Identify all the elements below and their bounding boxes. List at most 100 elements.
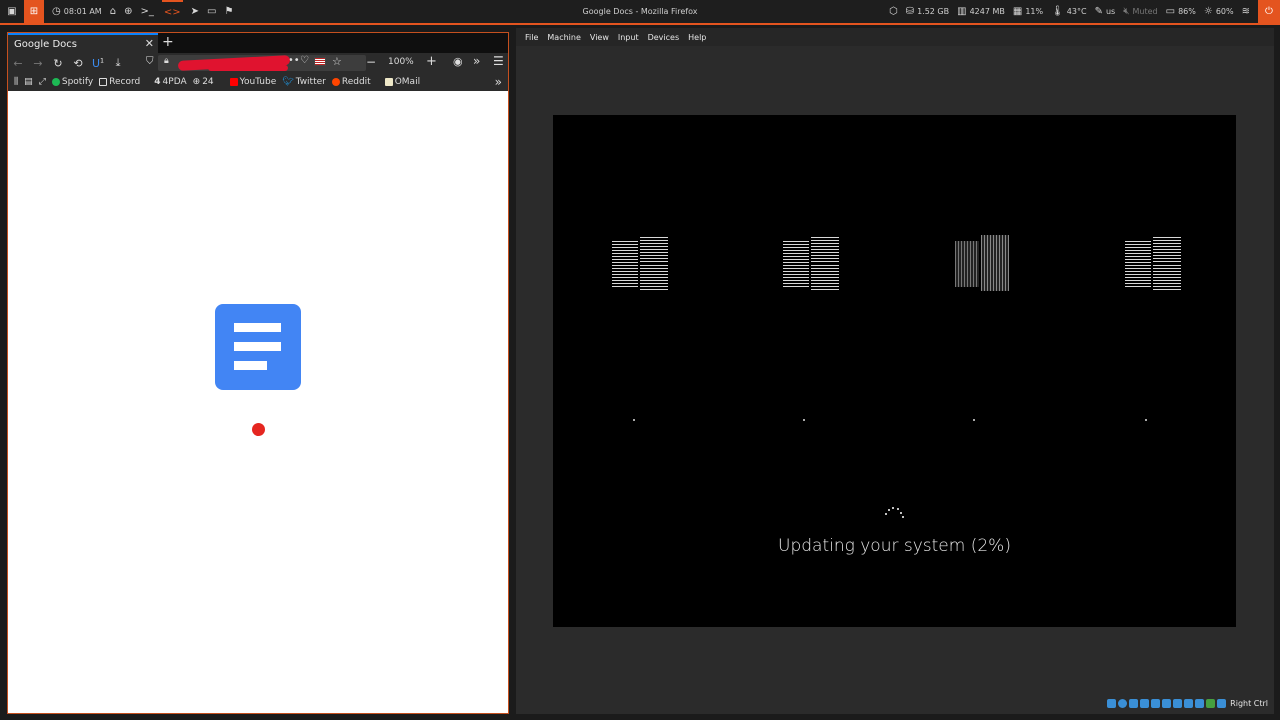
temperature-indicator[interactable]: 🌡︎ 43°C	[1051, 5, 1086, 17]
forward-button[interactable]: →	[28, 57, 48, 70]
loading-indicator	[252, 423, 265, 436]
power-button[interactable]: ⏻	[1258, 0, 1280, 23]
logo-pane	[1125, 265, 1151, 287]
shared-folders-icon[interactable]	[1162, 698, 1172, 708]
library-icon[interactable]: ⫼	[14, 77, 18, 87]
memory-indicator[interactable]: ▥ 4247 MB	[957, 6, 1005, 17]
logo-pane	[612, 241, 638, 263]
ublock-extension-button[interactable]: U1	[88, 57, 108, 70]
clock[interactable]: ◷ 08:01 AM	[52, 6, 102, 17]
bookmark-omail[interactable]: OMail	[384, 77, 421, 87]
terminal-launcher[interactable]: >_	[140, 6, 153, 17]
logo-pane	[955, 241, 979, 287]
back-button[interactable]: ←	[8, 57, 28, 70]
windows-logo-icon	[783, 235, 841, 293]
windows-logo-icon	[612, 235, 670, 293]
volume-indicator[interactable]: 🔇︎ Muted	[1123, 6, 1157, 17]
history-button[interactable]: ⟲	[68, 57, 88, 70]
folder-icon: ▭	[207, 5, 217, 17]
virtualbox-window: File Machine View Input Devices Help Upd…	[516, 28, 1274, 714]
tab-google-docs[interactable]: Google Docs ✕	[8, 33, 158, 53]
audio-icon[interactable]	[1129, 698, 1139, 708]
sidebar-icon[interactable]: ▤	[24, 77, 33, 87]
bookmark-label: Spotify	[61, 77, 94, 87]
tab-strip: Google Docs ✕ +	[8, 33, 508, 53]
keyboard-capture-icon[interactable]	[1217, 698, 1227, 708]
cpu-icon: ▦	[1012, 5, 1023, 17]
logo-pane	[1153, 237, 1181, 263]
mouse-integration-icon[interactable]	[1206, 698, 1216, 708]
us-flag-icon[interactable]	[314, 57, 326, 66]
bookmark-label: 24	[202, 77, 214, 87]
workspace-grid-icon[interactable]: ⊞	[24, 0, 44, 23]
app-menu-icon[interactable]: ▣	[0, 0, 24, 23]
fullscreen-icon[interactable]: ⤢	[39, 77, 46, 87]
account-icon[interactable]: ◉	[453, 55, 463, 68]
code-icon: <>	[163, 6, 181, 18]
zoom-in-button[interactable]: +	[426, 54, 437, 69]
bookmark-label: Record	[109, 77, 141, 87]
bookmark-record[interactable]: Record	[99, 77, 140, 87]
menu-devices[interactable]: Devices	[648, 33, 680, 42]
logo-pane	[783, 265, 809, 287]
vm-display[interactable]: Updating your system (2%)	[553, 115, 1236, 627]
cpu-icon[interactable]	[1195, 698, 1205, 708]
keyboard-indicator[interactable]: ✎ us	[1095, 6, 1116, 17]
bookmark-reddit[interactable]: Reddit	[331, 77, 371, 87]
flag-launcher[interactable]: ⚑	[224, 6, 233, 17]
brightness-indicator[interactable]: ☼ 60%	[1204, 6, 1234, 17]
zoom-out-button[interactable]: −	[366, 55, 376, 69]
disk-indicator[interactable]: ⛁ 1.52 GB	[906, 6, 950, 17]
menu-help[interactable]: Help	[688, 33, 706, 42]
bookmark-youtube[interactable]: YouTube	[229, 77, 276, 87]
files-launcher[interactable]: ▭	[207, 5, 217, 17]
bookmark-twitter[interactable]: 🐦︎ Twitter	[282, 77, 326, 87]
battery-indicator[interactable]: ▭ 86%	[1166, 6, 1196, 17]
thermometer-icon: 🌡︎	[1051, 5, 1064, 17]
browser-launcher[interactable]: ⊕	[124, 6, 132, 17]
zoom-level[interactable]: 100%	[388, 57, 414, 67]
bookmark-star-icon[interactable]: ☆	[332, 55, 342, 68]
bookmark-spotify[interactable]: Spotify	[51, 77, 94, 87]
home-launcher[interactable]: ⌂	[110, 6, 116, 17]
menu-view[interactable]: View	[590, 33, 609, 42]
video-capture-icon[interactable]	[1184, 698, 1194, 708]
hard-disk-icon[interactable]	[1107, 698, 1117, 708]
display-icon[interactable]	[1173, 698, 1183, 708]
updates-indicator[interactable]: ⬡	[889, 6, 898, 17]
close-tab-icon[interactable]: ✕	[145, 37, 154, 50]
menu-input[interactable]: Input	[618, 33, 639, 42]
logo-pane	[1125, 241, 1151, 263]
bookmark-4pda[interactable]: 4 4PDA	[154, 77, 186, 87]
artifact-dot	[633, 419, 635, 421]
usb-icon[interactable]	[1151, 698, 1161, 708]
bookmark-label: OMail	[394, 77, 421, 87]
disk-value: 1.52 GB	[917, 7, 950, 16]
downloads-button[interactable]: ⤓	[108, 56, 128, 70]
pocket-icon[interactable]: ♡	[300, 55, 309, 66]
telegram-launcher[interactable]: ➤	[191, 6, 199, 17]
new-tab-button[interactable]: +	[162, 34, 174, 50]
google-docs-logo	[215, 304, 301, 390]
code-launcher[interactable]: <>	[161, 0, 183, 23]
vm-menu-bar: File Machine View Input Devices Help	[516, 28, 1274, 46]
logo-pane	[811, 237, 839, 263]
spinner-dot	[888, 509, 890, 511]
spinner-dot	[885, 513, 887, 515]
memory-value: 4247 MB	[969, 7, 1005, 16]
network-icon[interactable]	[1140, 698, 1150, 708]
bookmarks-overflow-icon[interactable]: »	[495, 75, 502, 89]
menu-file[interactable]: File	[525, 33, 538, 42]
menu-machine[interactable]: Machine	[547, 33, 581, 42]
hamburger-menu-icon[interactable]: ☰	[493, 54, 504, 68]
windows-logo-icon	[953, 235, 1011, 293]
reload-button[interactable]: ↻	[48, 57, 68, 70]
wifi-indicator[interactable]: ≋	[1242, 6, 1250, 17]
overflow-chevron-icon[interactable]: »	[473, 54, 480, 68]
bookmark-24[interactable]: ⊕ 24	[193, 77, 214, 87]
spotify-icon	[51, 78, 60, 86]
spinner-dot	[892, 507, 894, 509]
update-status-text: Updating your system (2%)	[778, 536, 1011, 556]
optical-drive-icon[interactable]	[1118, 698, 1128, 708]
cpu-indicator[interactable]: ▦ 11%	[1012, 5, 1043, 17]
